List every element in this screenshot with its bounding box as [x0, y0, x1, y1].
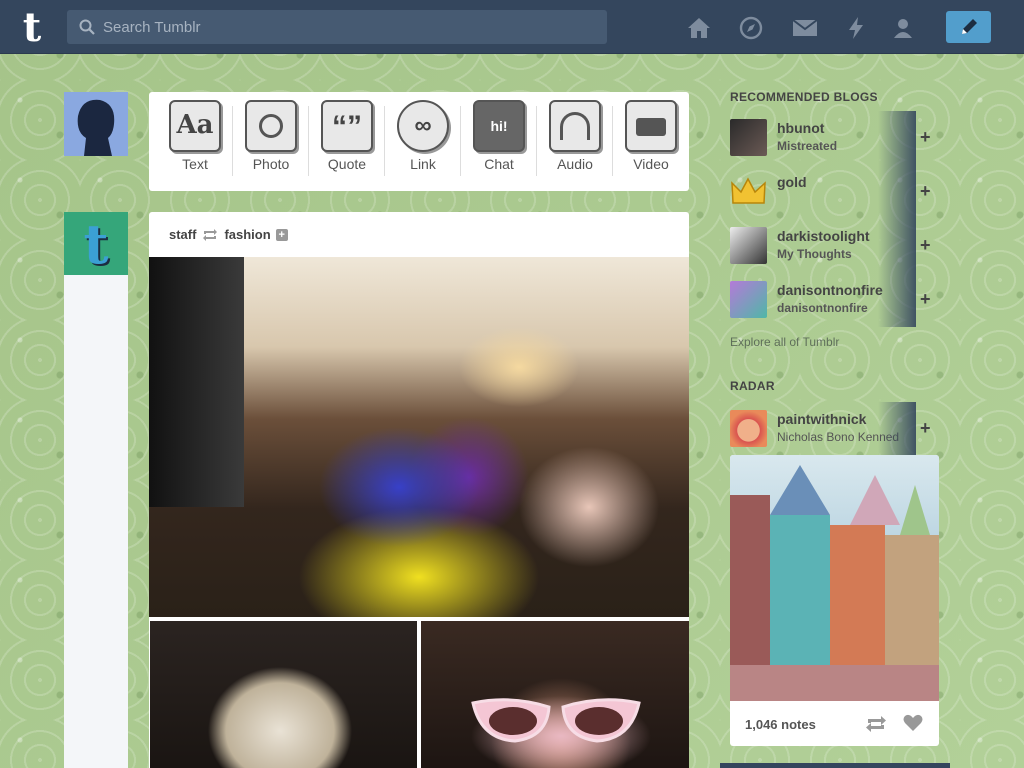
explore-link[interactable]: Explore all of Tumblr	[730, 335, 839, 349]
post-type-audio[interactable]: Audio	[537, 92, 613, 191]
radar-post-card: 1,046 notes	[730, 455, 939, 746]
follow-button[interactable]: +	[920, 289, 934, 310]
follow-button[interactable]: +	[920, 418, 934, 439]
video-icon	[625, 100, 677, 152]
avatar	[730, 410, 767, 447]
post-type-selector: Aa Text Photo “” Quote ∞ Link hi! Chat A…	[149, 92, 689, 191]
text-icon: Aa	[169, 100, 221, 152]
radar-post-image[interactable]	[730, 455, 939, 701]
follow-button[interactable]: +	[920, 181, 934, 202]
account-icon[interactable]	[890, 15, 916, 41]
user-avatar[interactable]	[64, 92, 128, 156]
search-input[interactable]	[103, 18, 583, 36]
recommended-blogs-title: RECOMMENDED BLOGS	[730, 90, 878, 104]
search-icon	[79, 19, 95, 35]
post-photo-main[interactable]	[149, 257, 689, 617]
notes-count[interactable]: 1,046 notes	[745, 717, 816, 732]
reblogged-from[interactable]: fashion	[224, 227, 270, 242]
post-type-link[interactable]: ∞ Link	[385, 92, 461, 191]
follow-button[interactable]: +	[920, 235, 934, 256]
home-icon[interactable]	[686, 15, 712, 41]
quote-icon: “”	[321, 100, 373, 152]
sidebar-bottom-edge	[720, 763, 950, 768]
reblog-icon	[203, 228, 218, 241]
link-icon: ∞	[397, 100, 449, 152]
follow-button[interactable]: +	[920, 127, 934, 148]
crown-icon	[730, 173, 767, 210]
heart-icon[interactable]	[903, 714, 923, 732]
radar-blog-item[interactable]: paintwithnick Nicholas Bono Kenned	[730, 402, 916, 456]
post-type-quote[interactable]: “” Quote	[309, 92, 385, 191]
post-type-photo[interactable]: Photo	[233, 92, 309, 191]
post-avatar-gutter	[64, 275, 128, 768]
post-header: staff fashion +	[149, 212, 689, 257]
radar-title: RADAR	[730, 379, 775, 393]
recommended-blog-item[interactable]: danisontnonfire danisontnonfire	[730, 273, 916, 327]
top-navigation-bar: t	[0, 0, 1024, 54]
search-box[interactable]	[67, 10, 607, 44]
post-type-video[interactable]: Video	[613, 92, 689, 191]
dashboard-post: staff fashion +	[149, 212, 689, 768]
reblog-icon[interactable]	[865, 716, 887, 732]
activity-icon[interactable]	[843, 15, 869, 41]
plus-icon[interactable]: +	[275, 228, 288, 241]
post-photo-woman[interactable]	[421, 621, 689, 768]
photo-icon	[245, 100, 297, 152]
post-author[interactable]: staff	[169, 227, 196, 242]
avatar	[730, 281, 767, 318]
avatar	[730, 227, 767, 264]
pencil-icon	[961, 19, 977, 34]
recommended-blog-item[interactable]: darkistoolight My Thoughts	[730, 219, 916, 273]
audio-icon	[549, 100, 601, 152]
post-type-chat[interactable]: hi! Chat	[461, 92, 537, 191]
sunglasses-icon	[471, 698, 641, 743]
post-photo-dog[interactable]	[150, 621, 417, 768]
compose-button[interactable]	[946, 11, 991, 43]
staff-blog-avatar[interactable]: t	[64, 212, 128, 275]
recommended-blog-item[interactable]: gold	[730, 165, 916, 219]
recommended-blog-item[interactable]: hbunot Mistreated	[730, 111, 916, 165]
avatar	[730, 119, 767, 156]
explore-icon[interactable]	[738, 15, 764, 41]
chat-icon: hi!	[473, 100, 525, 152]
post-type-text[interactable]: Aa Text	[157, 92, 233, 191]
tumblr-logo[interactable]: t	[10, 6, 54, 50]
inbox-icon[interactable]	[792, 15, 818, 41]
